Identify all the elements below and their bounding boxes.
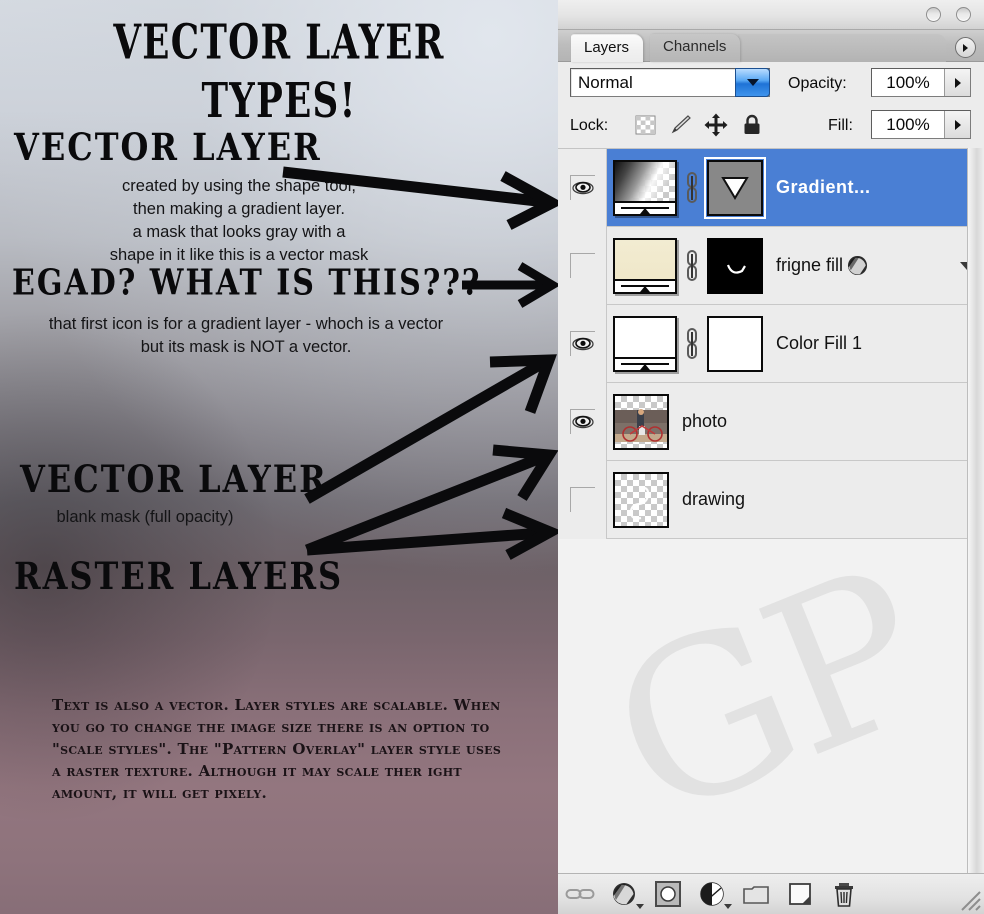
add-layer-mask-icon[interactable] — [646, 876, 690, 912]
layer-visibility-cell[interactable] — [558, 149, 607, 227]
opacity-label: Opacity: — [788, 75, 847, 93]
new-layer-icon[interactable] — [778, 876, 822, 912]
layer-style-caret-icon[interactable] — [636, 904, 644, 909]
layer-thumbnail-photo[interactable] — [613, 394, 669, 450]
layer-thumbnails[interactable] — [607, 316, 763, 372]
layer-name[interactable]: Gradient... — [776, 177, 871, 198]
link-icon[interactable] — [682, 327, 702, 361]
panel-tabstrip: Channels Layers — [558, 30, 984, 62]
fill-value: 100% — [872, 115, 944, 135]
tab-channels[interactable]: Channels — [650, 34, 740, 62]
layer-visibility-cell[interactable] — [558, 227, 607, 305]
annotation-arrows — [0, 0, 558, 914]
layer-thumbnails[interactable] — [607, 160, 763, 216]
layer-visibility-cell[interactable] — [558, 383, 607, 461]
photoshop-layers-panel: Channels Layers Normal Opacity: 100% — [558, 0, 984, 914]
triangle-shape-icon — [721, 176, 749, 200]
table-row[interactable]: Color Fill 1 — [558, 305, 984, 383]
eye-off-icon[interactable] — [570, 487, 595, 512]
layer-name[interactable]: drawing — [682, 489, 745, 510]
layer-name[interactable]: photo — [682, 411, 727, 432]
blend-mode-triangle-icon — [747, 79, 759, 86]
panel-titlebar — [558, 0, 984, 30]
fill-triangle-icon — [955, 120, 961, 130]
annotation-poster: VECTOR LAYER TYPES! VECTOR LAYER created… — [0, 0, 558, 914]
opacity-triangle-icon — [955, 78, 961, 88]
layer-thumbnail-color-fill[interactable] — [613, 316, 677, 372]
tabstrip-filler — [738, 34, 946, 62]
screenshot-root: VECTOR LAYER TYPES! VECTOR LAYER created… — [0, 0, 984, 914]
eye-icon[interactable] — [572, 337, 594, 351]
layer-list[interactable]: GP — [558, 148, 984, 873]
layer-thumbnail-gradient[interactable] — [613, 160, 677, 216]
close-button[interactable] — [956, 7, 971, 22]
adjustment-caret-icon[interactable] — [724, 904, 732, 909]
blend-mode-select[interactable]: Normal — [570, 68, 770, 97]
minimize-button[interactable] — [926, 7, 941, 22]
blend-mode-value: Normal — [571, 73, 633, 93]
lock-image-pixels-icon[interactable] — [668, 113, 692, 137]
opacity-slider-button[interactable] — [944, 69, 970, 96]
watermark-text: GP — [580, 522, 953, 867]
layer-visibility-cell[interactable] — [558, 461, 607, 539]
layer-vector-mask-thumbnail[interactable] — [707, 160, 763, 216]
lock-label: Lock: — [570, 117, 608, 135]
curve-shape-icon — [709, 240, 763, 294]
new-adjustment-layer-icon[interactable] — [690, 876, 734, 912]
layer-thumbnail-drawing[interactable] — [613, 472, 669, 528]
layer-mask-thumbnail[interactable] — [707, 238, 763, 294]
panel-menu-icon[interactable] — [955, 37, 976, 58]
table-row[interactable]: frigne fill — [558, 227, 984, 305]
eye-icon[interactable] — [572, 181, 594, 195]
link-icon[interactable] — [682, 171, 702, 205]
new-group-icon[interactable] — [734, 876, 778, 912]
layer-list-scrollbar[interactable] — [967, 148, 984, 873]
layer-mask-thumbnail[interactable] — [707, 316, 763, 372]
link-icon[interactable] — [682, 249, 702, 283]
layer-visibility-cell[interactable] — [558, 305, 607, 383]
layer-thumbnails[interactable] — [607, 238, 763, 294]
sketch-icon — [615, 474, 669, 528]
fill-label: Fill: — [828, 117, 853, 135]
layer-name[interactable]: Color Fill 1 — [776, 333, 862, 354]
lock-transparent-pixels-icon[interactable] — [634, 113, 658, 137]
fill-field[interactable]: 100% — [871, 110, 971, 139]
layer-style-fx-icon[interactable] — [847, 255, 868, 276]
panel-menu-triangle-icon — [963, 44, 968, 52]
opacity-value: 100% — [872, 73, 944, 93]
panel-resize-grip[interactable] — [958, 890, 982, 912]
opacity-field[interactable]: 100% — [871, 68, 971, 97]
table-row[interactable]: drawing — [558, 461, 984, 539]
tab-layers[interactable]: Layers — [571, 34, 643, 62]
add-layer-style-icon[interactable] — [602, 876, 646, 912]
eye-off-icon[interactable] — [570, 253, 595, 278]
fill-slider-button[interactable] — [944, 111, 970, 138]
layer-thumbnails[interactable] — [607, 472, 669, 528]
table-row[interactable]: photo — [558, 383, 984, 461]
blend-mode-row: Normal Opacity: 100% — [558, 62, 984, 104]
layer-thumbnail-fill[interactable] — [613, 238, 677, 294]
layer-thumbnails[interactable] — [607, 394, 669, 450]
link-layers-icon[interactable] — [558, 876, 602, 912]
table-row[interactable]: Gradient... — [558, 149, 984, 227]
delete-layer-icon[interactable] — [822, 876, 866, 912]
eye-icon[interactable] — [572, 415, 594, 429]
arrow-3-shaft — [307, 363, 543, 499]
chevron-down-icon[interactable] — [735, 68, 770, 97]
lock-row: Lock: — [558, 104, 984, 148]
layer-name[interactable]: frigne fill — [776, 255, 843, 276]
lock-position-icon[interactable] — [704, 113, 728, 137]
lock-all-icon[interactable] — [740, 113, 764, 137]
panel-bottom-toolbar — [558, 873, 984, 914]
